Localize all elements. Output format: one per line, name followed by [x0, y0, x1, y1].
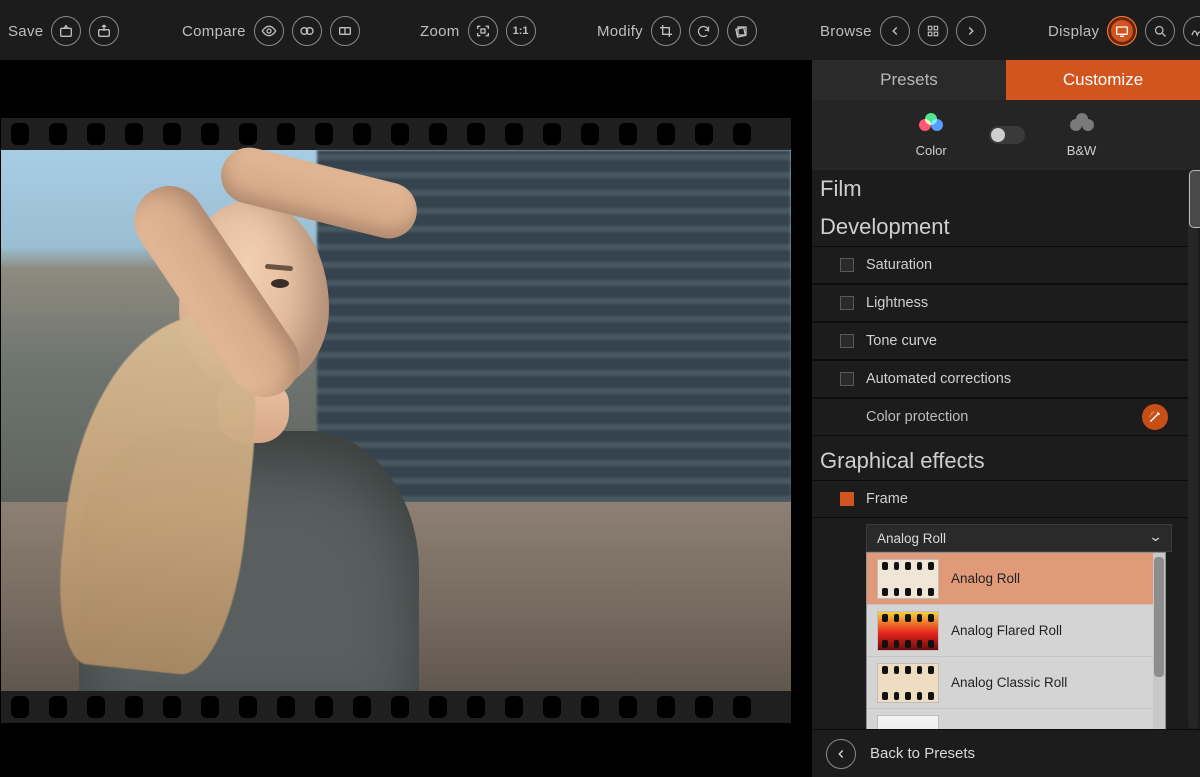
crop-icon[interactable] — [651, 16, 681, 46]
color-mode-bw[interactable]: B&W — [1067, 113, 1097, 158]
row-frame-label: Frame — [866, 491, 908, 507]
frame-option-label: Analog Classic Roll — [951, 675, 1067, 690]
frame-option-light-gray-frame[interactable]: Light Gray Frame — [867, 709, 1165, 729]
zoom-fit-icon[interactable] — [468, 16, 498, 46]
prev-image-icon[interactable] — [880, 16, 910, 46]
zoom-group: Zoom 1:1 — [420, 16, 536, 46]
tab-customize[interactable]: Customize — [1006, 60, 1200, 100]
color-mode-row: Color B&W — [812, 100, 1200, 170]
next-image-icon[interactable] — [956, 16, 986, 46]
row-lightness[interactable]: Lightness — [812, 284, 1188, 322]
compare-group: Compare — [182, 16, 360, 46]
panel-bottom-bar: Back to Presets — [812, 729, 1200, 777]
modify-label: Modify — [597, 23, 643, 40]
section-development[interactable]: Development — [812, 208, 1188, 246]
frame-thumb-icon — [877, 611, 939, 651]
row-saturation[interactable]: Saturation — [812, 246, 1188, 284]
modify-group: Modify — [597, 16, 757, 46]
color-mode-color-label: Color — [916, 143, 947, 158]
save-group: Save — [8, 16, 119, 46]
checkbox-icon[interactable] — [840, 372, 854, 386]
checkbox-icon[interactable] — [840, 492, 854, 506]
grid-view-icon[interactable] — [918, 16, 948, 46]
dropdown-scrollbar[interactable] — [1153, 553, 1165, 729]
frame-select[interactable]: Analog Roll — [866, 524, 1172, 552]
magic-wand-icon[interactable] — [1142, 404, 1168, 430]
row-saturation-label: Saturation — [866, 257, 932, 273]
frame-thumb-icon — [877, 663, 939, 703]
compare-label: Compare — [182, 23, 246, 40]
film-frame — [1, 118, 791, 723]
compare-side-icon[interactable] — [330, 16, 360, 46]
row-tone-curve[interactable]: Tone curve — [812, 322, 1188, 360]
row-color-protection[interactable]: Color protection — [812, 398, 1188, 436]
compare-eye-icon[interactable] — [254, 16, 284, 46]
browse-group: Browse — [820, 16, 986, 46]
rotate-icon[interactable] — [689, 16, 719, 46]
film-sprockets-bottom — [1, 693, 791, 721]
checkbox-icon[interactable] — [840, 296, 854, 310]
zoom-label: Zoom — [420, 23, 460, 40]
color-mode-bw-label: B&W — [1067, 143, 1097, 158]
color-mode-color[interactable]: Color — [916, 113, 947, 158]
frame-option-label: Analog Flared Roll — [951, 623, 1062, 638]
row-color-protection-label: Color protection — [866, 409, 968, 425]
save-export-icon[interactable] — [51, 16, 81, 46]
frame-thumb-icon — [877, 559, 939, 599]
row-automated-corrections[interactable]: Automated corrections — [812, 360, 1188, 398]
right-panel: Presets Customize Color B&W Film Develop… — [812, 60, 1200, 777]
display-group: Display — [1048, 16, 1200, 46]
frame-option-label: Analog Roll — [951, 571, 1020, 586]
compare-split-icon[interactable] — [292, 16, 322, 46]
panel-scrollbar[interactable] — [1188, 170, 1198, 729]
back-arrow-icon[interactable] — [826, 739, 856, 769]
back-to-presets-label[interactable]: Back to Presets — [870, 745, 975, 762]
save-label: Save — [8, 23, 43, 40]
color-bw-toggle[interactable] — [989, 126, 1025, 144]
zoom-1to1-icon[interactable]: 1:1 — [506, 16, 536, 46]
row-frame[interactable]: Frame — [812, 480, 1188, 518]
histogram-display-icon[interactable] — [1183, 16, 1200, 46]
panel-tabs: Presets Customize — [812, 60, 1200, 100]
fullscreen-display-icon[interactable] — [1107, 16, 1137, 46]
loupe-display-icon[interactable] — [1145, 16, 1175, 46]
tab-presets[interactable]: Presets — [812, 60, 1006, 100]
row-automated-label: Automated corrections — [866, 371, 1011, 387]
checkbox-icon[interactable] — [840, 334, 854, 348]
film-sprockets-top — [1, 120, 791, 148]
checkbox-icon[interactable] — [840, 258, 854, 272]
frame-select-value: Analog Roll — [877, 531, 946, 546]
image-canvas[interactable] — [0, 60, 812, 777]
browse-label: Browse — [820, 23, 872, 40]
frame-thumb-icon — [877, 715, 939, 729]
panel-scroll: Film Development Saturation Lightness To… — [812, 170, 1188, 729]
display-label: Display — [1048, 23, 1099, 40]
frame-dropdown: Analog Roll Analog Flared Roll Analog Cl… — [866, 552, 1166, 729]
section-film[interactable]: Film — [812, 170, 1188, 208]
frame-option-analog-classic-roll[interactable]: Analog Classic Roll — [867, 657, 1165, 709]
row-lightness-label: Lightness — [866, 295, 928, 311]
save-share-icon[interactable] — [89, 16, 119, 46]
photo-preview — [1, 150, 791, 691]
frame-option-analog-roll[interactable]: Analog Roll — [867, 553, 1165, 605]
row-tone-curve-label: Tone curve — [866, 333, 937, 349]
straighten-icon[interactable] — [727, 16, 757, 46]
frame-option-analog-flared-roll[interactable]: Analog Flared Roll — [867, 605, 1165, 657]
section-graphical-effects[interactable]: Graphical effects — [812, 442, 1188, 480]
top-toolbar: Save Compare Zoom 1:1 Modify — [0, 0, 1200, 60]
